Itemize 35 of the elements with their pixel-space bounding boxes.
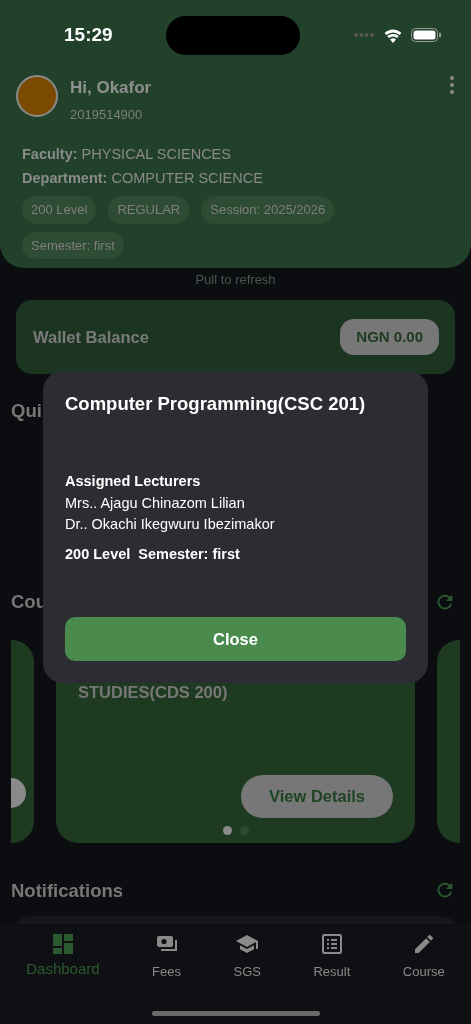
avatar (16, 75, 58, 117)
more-options-icon[interactable] (449, 75, 455, 95)
graduation-cap-icon (235, 932, 260, 956)
nav-tab[interactable]: Result (313, 932, 351, 982)
dialog-title: Computer Programming(CSC 201) (65, 393, 367, 416)
semester-text: Semester: first (138, 544, 240, 564)
info-line: Faculty: PHYSICAL SCIENCES (22, 145, 232, 164)
list-icon (319, 932, 344, 956)
student-id: 2019514900 (70, 105, 144, 124)
dashboard-icon (50, 932, 75, 956)
info-chip: Session: 2025/2026 (201, 196, 335, 224)
course-title: STUDIES(CDS 200) (78, 681, 229, 703)
lecturer-name: Mrs.. Ajagu Chinazom Lilian (65, 493, 246, 513)
info-chip: Semester: first (22, 231, 124, 259)
section-heading: Qui (11, 400, 42, 421)
info-line: Department: COMPUTER SCIENCE (22, 169, 264, 188)
level-text: 200 Level (65, 544, 131, 564)
nav-tab[interactable]: Fees (152, 932, 181, 982)
nav-tab[interactable]: Course (402, 932, 445, 982)
wallet-amount: NGN 0.00 (340, 318, 439, 356)
wifi-icon (383, 27, 403, 43)
greeting: Hi, Okafor (70, 77, 153, 99)
close-button[interactable]: Close (65, 617, 406, 661)
section-heading: Notifications (11, 878, 124, 903)
info-chip: REGULAR (108, 196, 190, 224)
wallet-label: Wallet Balance (33, 326, 149, 348)
carousel-dot[interactable] (222, 825, 232, 835)
signal-icon (353, 32, 375, 38)
battery-icon (411, 28, 441, 42)
info-chip: 200 Level (22, 196, 97, 224)
lecturers-heading: Assigned Lecturers (65, 472, 202, 492)
lecturer-name: Dr.. Okachi Ikegwuru Ibezimakor (65, 515, 276, 535)
status-time: 15:29 (64, 22, 113, 47)
nav-tab[interactable]: SGS (233, 932, 261, 982)
pull-to-refresh-hint: Pull to refresh (194, 271, 277, 289)
